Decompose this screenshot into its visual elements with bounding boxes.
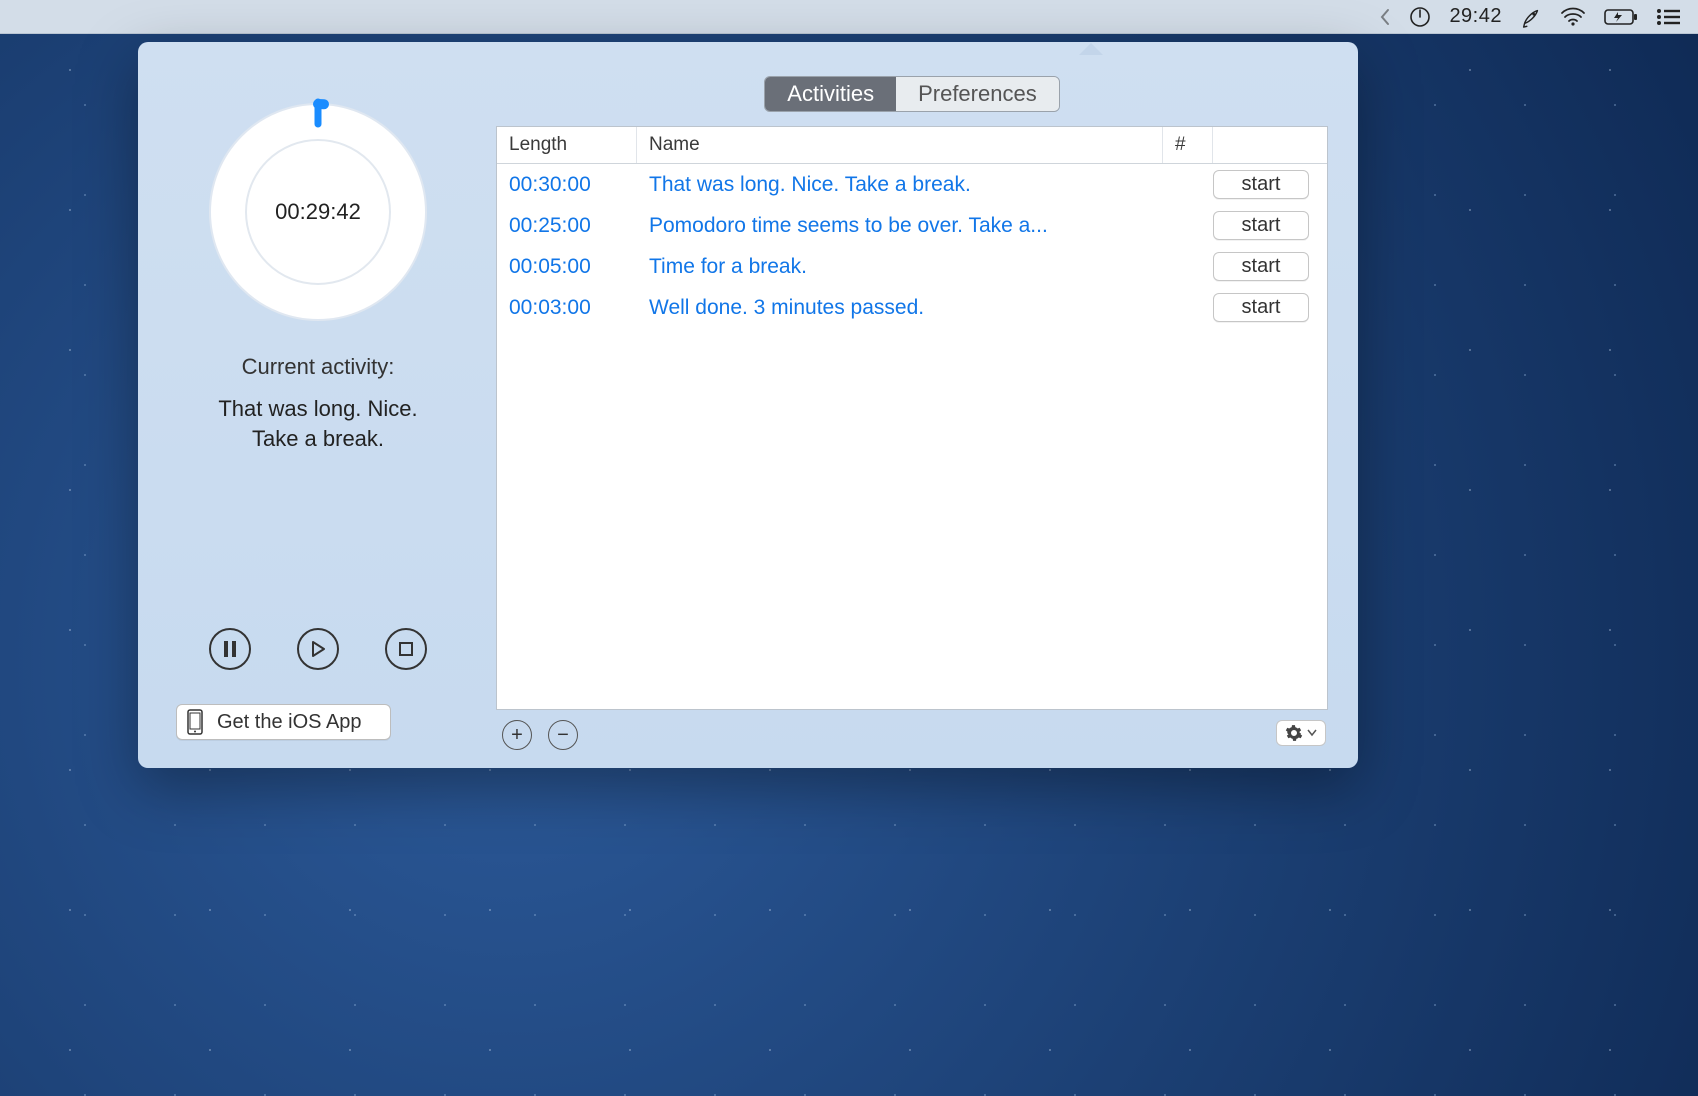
stop-button[interactable]: [385, 628, 427, 670]
ios-button-label: Get the iOS App: [217, 711, 362, 734]
pause-button[interactable]: [209, 628, 251, 670]
current-line-1: That was long. Nice.: [218, 394, 417, 424]
cell-length: 00:30:00: [509, 173, 649, 197]
activities-panel: Activities Preferences Length Name # 00:…: [496, 70, 1328, 750]
start-button[interactable]: start: [1213, 211, 1309, 240]
table-row[interactable]: 00:03:00Well done. 3 minutes passed. star…: [497, 287, 1327, 328]
table-body: 00:30:00That was long. Nice. Take a brea…: [497, 164, 1327, 709]
start-button[interactable]: start: [1213, 252, 1309, 281]
menubar-timer-text[interactable]: 29:42: [1449, 5, 1502, 28]
cell-name: Time for a break.: [649, 255, 1163, 279]
chevron-left-icon[interactable]: [1379, 8, 1391, 26]
start-button[interactable]: start: [1213, 293, 1309, 322]
table-row[interactable]: 00:05:00Time for a break. start: [497, 246, 1327, 287]
table-row[interactable]: 00:30:00That was long. Nice. Take a brea…: [497, 164, 1327, 205]
table-row[interactable]: 00:25:00Pomodoro time seems to be over. …: [497, 205, 1327, 246]
activities-table: Length Name # 00:30:00That was long. Nic…: [496, 126, 1328, 710]
rocket-icon[interactable]: [1520, 6, 1542, 28]
chevron-down-icon: [1307, 729, 1317, 737]
current-activity-label: Current activity:: [242, 354, 395, 380]
cell-length: 00:05:00: [509, 255, 649, 279]
column-action: [1213, 127, 1327, 163]
cell-name: Pomodoro time seems to be over. Take a..…: [649, 214, 1163, 238]
app-popover: 00:29:42 Current activity: That was long…: [138, 42, 1358, 768]
get-ios-app-button[interactable]: Get the iOS App: [176, 704, 391, 740]
column-length[interactable]: Length: [497, 127, 637, 163]
column-hash[interactable]: #: [1163, 127, 1213, 163]
list-menu-icon[interactable]: [1656, 8, 1680, 26]
phone-icon: [187, 709, 203, 735]
tab-activities[interactable]: Activities: [765, 77, 896, 111]
current-activity-text: That was long. Nice. Take a break.: [218, 394, 417, 453]
tab-bar: Activities Preferences: [764, 76, 1059, 112]
start-button[interactable]: start: [1213, 170, 1309, 199]
cell-length: 00:03:00: [509, 296, 649, 320]
cell-name: That was long. Nice. Take a break.: [649, 173, 1163, 197]
play-icon: [310, 641, 326, 657]
tab-preferences[interactable]: Preferences: [896, 77, 1059, 111]
popover-caret: [1079, 31, 1103, 43]
column-name[interactable]: Name: [637, 127, 1163, 163]
pause-icon: [223, 641, 237, 657]
timer-menu-icon[interactable]: [1409, 6, 1431, 28]
current-line-2: Take a break.: [218, 424, 417, 454]
remove-activity-button[interactable]: −: [548, 720, 578, 750]
playback-controls: [209, 628, 427, 670]
menu-bar: 29:42: [0, 0, 1698, 34]
play-button[interactable]: [297, 628, 339, 670]
cell-name: Well done. 3 minutes passed.: [649, 296, 1163, 320]
cell-length: 00:25:00: [509, 214, 649, 238]
timer-ring: 00:29:42: [204, 98, 432, 326]
timer-time-text: 00:29:42: [204, 98, 432, 326]
battery-charging-icon[interactable]: [1604, 8, 1638, 26]
add-activity-button[interactable]: +: [502, 720, 532, 750]
wifi-icon[interactable]: [1560, 7, 1586, 27]
table-header: Length Name #: [497, 127, 1327, 164]
settings-menu-button[interactable]: [1276, 720, 1326, 746]
stop-icon: [399, 642, 413, 656]
gear-icon: [1285, 724, 1303, 742]
add-remove-controls: + −: [502, 720, 1328, 750]
timer-panel: 00:29:42 Current activity: That was long…: [168, 70, 468, 750]
